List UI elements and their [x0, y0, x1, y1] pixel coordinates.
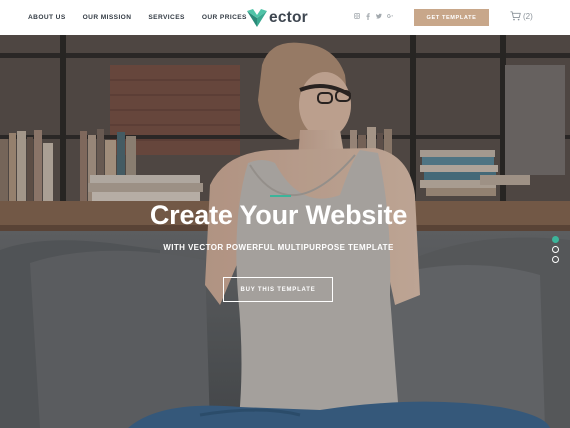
hero-title: Create Your Website [149, 200, 408, 230]
instagram-icon[interactable] [354, 12, 360, 20]
cart-button[interactable]: (2) [510, 11, 533, 21]
social-links [354, 12, 393, 20]
slider-dot-2[interactable] [552, 246, 559, 253]
nav-item-our-mission[interactable]: OUR MISSION [83, 14, 132, 21]
facebook-icon[interactable] [365, 12, 371, 20]
nav-item-about-us[interactable]: ABOUT US [28, 14, 66, 21]
main-nav: ABOUT US OUR MISSION SERVICES OUR PRICES [28, 0, 264, 35]
buy-template-button[interactable]: BUY THIS TEMPLATE [223, 277, 333, 302]
nav-item-services[interactable]: SERVICES [148, 14, 184, 21]
get-template-button[interactable]: GET TEMPLATE [414, 9, 489, 26]
slider-dot-1[interactable] [552, 236, 559, 243]
cart-count: (2) [523, 11, 533, 21]
hero-slider: Create Your Website WITH VECTOR POWERFUL… [0, 35, 570, 428]
logo-text: ector [269, 9, 308, 26]
twitter-icon[interactable] [376, 12, 382, 20]
google-plus-icon[interactable] [387, 12, 393, 20]
slider-dot-3[interactable] [552, 256, 559, 263]
hero-subtitle: WITH VECTOR POWERFUL MULTIPURPOSE TEMPLA… [163, 243, 394, 252]
v-logo-icon [247, 9, 267, 27]
slider-pagination [552, 236, 559, 263]
site-header: ABOUT US OUR MISSION SERVICES OUR PRICES… [0, 0, 570, 35]
hero-overlay [0, 35, 570, 428]
accent-line [270, 195, 291, 197]
logo[interactable]: ector [246, 7, 308, 29]
cart-icon [510, 11, 521, 21]
